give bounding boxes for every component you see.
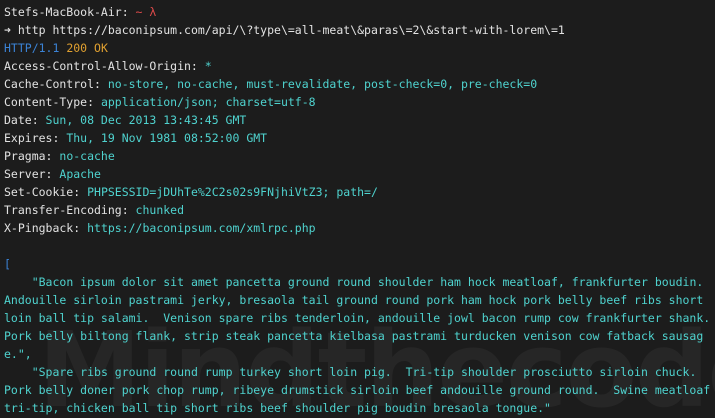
header-name: Server: (4, 167, 53, 181)
status-version: /1.1 (31, 41, 60, 55)
header-name: Transfer-Encoding: (4, 203, 129, 217)
prompt-line: Stefs-MacBook-Air: ~ λ (4, 3, 711, 21)
command-line[interactable]: ➜ http https://baconipsum.com/api/\?type… (4, 21, 711, 39)
json-paragraph-1: "Bacon ipsum dolor sit amet pancetta gro… (4, 275, 711, 361)
header-value: no-cache (52, 149, 115, 163)
header-value: PHPSESSID=jDUhTe%2C2s02s9FNjhiVtZ3; path… (80, 185, 378, 199)
header-value: Apache (52, 167, 101, 181)
command-text[interactable]: http https://baconipsum.com/api/\?type\=… (11, 23, 565, 37)
header-name: Access-Control-Allow-Origin: (4, 59, 198, 73)
header-line: Content-Type: application/json; charset=… (4, 93, 711, 111)
header-value: application/json; charset=utf-8 (94, 95, 316, 109)
header-line: X-Pingback: https://baconipsum.com/xmlrp… (4, 219, 711, 237)
header-value: * (197, 59, 212, 73)
prompt-path: ~ (128, 5, 143, 19)
status-reason: OK (87, 41, 108, 55)
header-line: Server: Apache (4, 165, 711, 183)
header-name: Cache-Control: (4, 77, 101, 91)
json-open-bracket: [ (4, 257, 11, 271)
header-value: Thu, 19 Nov 1981 08:52:00 GMT (59, 131, 268, 145)
header-line: Date: Sun, 08 Dec 2013 13:43:45 GMT (4, 111, 711, 129)
status-line: HTTP/1.1 200 OK (4, 39, 711, 57)
lambda-icon: λ (142, 5, 157, 19)
status-code: 200 (59, 41, 88, 55)
header-value: chunked (128, 203, 185, 217)
header-line: Cache-Control: no-store, no-cache, must-… (4, 75, 711, 93)
header-line: Expires: Thu, 19 Nov 1981 08:52:00 GMT (4, 129, 711, 147)
header-name: Pragma: (4, 149, 53, 163)
header-name: Expires: (4, 131, 60, 145)
prompt-host: Stefs-MacBook-Air: (4, 5, 129, 19)
header-value: Sun, 08 Dec 2013 13:43:45 GMT (38, 113, 247, 127)
arrow-icon: ➜ (4, 23, 11, 37)
header-line: Transfer-Encoding: chunked (4, 201, 711, 219)
header-name: X-Pingback: (4, 221, 81, 235)
header-name: Date: (4, 113, 39, 127)
terminal-window[interactable]: Mindthecode Stefs-MacBook-Air: ~ λ ➜ htt… (0, 0, 715, 418)
status-protocol: HTTP (4, 41, 32, 55)
json-paragraph-2: "Spare ribs ground round rump turkey sho… (4, 365, 711, 415)
header-line: Set-Cookie: PHPSESSID=jDUhTe%2C2s02s9FNj… (4, 183, 711, 201)
header-name: Set-Cookie: (4, 185, 81, 199)
header-value: no-store, no-cache, must-revalidate, pos… (100, 77, 538, 91)
header-line: Pragma: no-cache (4, 147, 711, 165)
header-value: https://baconipsum.com/xmlrpc.php (80, 221, 316, 235)
header-name: Content-Type: (4, 95, 95, 109)
header-line: Access-Control-Allow-Origin: * (4, 57, 711, 75)
